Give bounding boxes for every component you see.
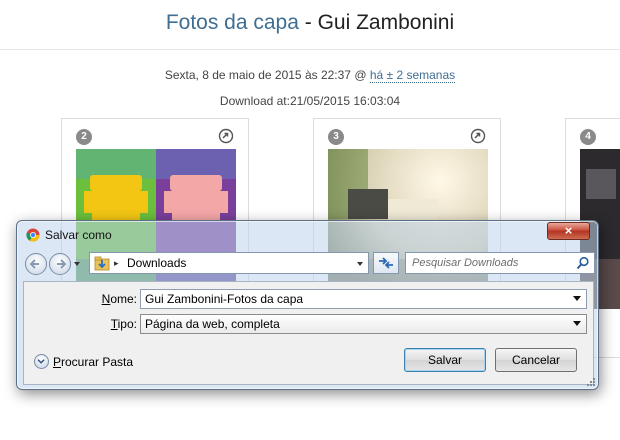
navigation-bar: ▸ Downloads Pesquisar Downloads [23,251,595,277]
folder-icon [94,256,110,271]
file-name-label-text: ome: [110,292,137,306]
refresh-button[interactable] [373,252,399,274]
resize-grip-icon[interactable] [586,377,596,387]
file-type-label-key: T [110,317,118,331]
photo-number-badge: 3 [328,129,344,145]
back-button[interactable] [25,253,47,275]
search-input[interactable]: Pesquisar Downloads [405,252,595,274]
post-date-line: Sexta, 8 de maio de 2015 às 22:37 @ há ±… [0,68,620,83]
dialog-title: Salvar como [45,228,112,242]
dialog-titlebar[interactable]: Salvar como × [17,221,598,247]
chevron-down-icon [573,321,581,326]
address-bar[interactable]: ▸ Downloads [89,252,369,274]
save-as-dialog[interactable]: Salvar como × ▸ Downloads Pesquisar Down… [16,220,599,390]
file-name-label: Nome: [57,292,137,306]
save-button[interactable]: Salvar [404,348,486,372]
chevron-down-icon[interactable] [573,296,581,302]
chevron-down-icon [37,359,45,364]
file-type-select[interactable]: Página da web, completa [140,314,587,334]
refresh-icon [379,257,393,269]
file-name-field[interactable]: Gui Zambonini-Fotos da capa [140,289,587,309]
browse-folders-button[interactable]: Procurar Pasta [34,352,134,372]
chrome-icon [26,228,40,242]
share-icon[interactable] [470,128,486,144]
title-separator: - [298,11,318,34]
page-title: Fotos da capa - Gui Zambonini [0,10,620,36]
file-name-label-key: N [101,292,111,306]
browse-label-key: P [53,355,62,369]
forward-arrow-icon [57,259,67,269]
chevron-down-icon[interactable] [73,260,81,268]
photo-number-badge: 2 [76,129,92,145]
search-placeholder: Pesquisar Downloads [412,257,519,269]
download-timestamp: Download at:21/05/2015 16:03:04 [219,94,401,108]
back-arrow-icon [29,259,39,269]
close-button[interactable]: × [547,222,590,240]
relative-time-link[interactable]: há ± 2 semanas [369,68,456,83]
expand-icon [34,354,49,369]
page-header: Fotos da capa - Gui Zambonini [0,0,620,50]
file-type-label-text: ipo: [117,317,137,331]
file-type-value: Página da web, completa [145,317,280,331]
browse-label-text: rocurar Pasta [61,355,134,369]
address-separator[interactable]: ▸ [114,258,119,269]
address-current-folder[interactable]: Downloads [127,256,186,270]
cancel-button[interactable]: Cancelar [495,348,577,372]
share-icon[interactable] [218,128,234,144]
file-name-value: Gui Zambonini-Fotos da capa [145,292,304,306]
file-type-label: Tipo: [57,317,137,331]
dialog-form-panel: Nome: Gui Zambonini-Fotos da capa Tipo: … [23,281,594,385]
user-name: Gui Zambonini [317,11,455,34]
album-link[interactable]: Fotos da capa [166,11,299,34]
browse-folders-label: Procurar Pasta [53,355,133,369]
forward-button[interactable] [49,253,71,275]
photo-number-badge: 4 [580,129,596,145]
search-icon[interactable] [576,256,590,270]
post-date: Sexta, 8 de maio de 2015 às 22:37 @ [164,68,367,82]
chevron-down-icon[interactable] [356,260,364,268]
